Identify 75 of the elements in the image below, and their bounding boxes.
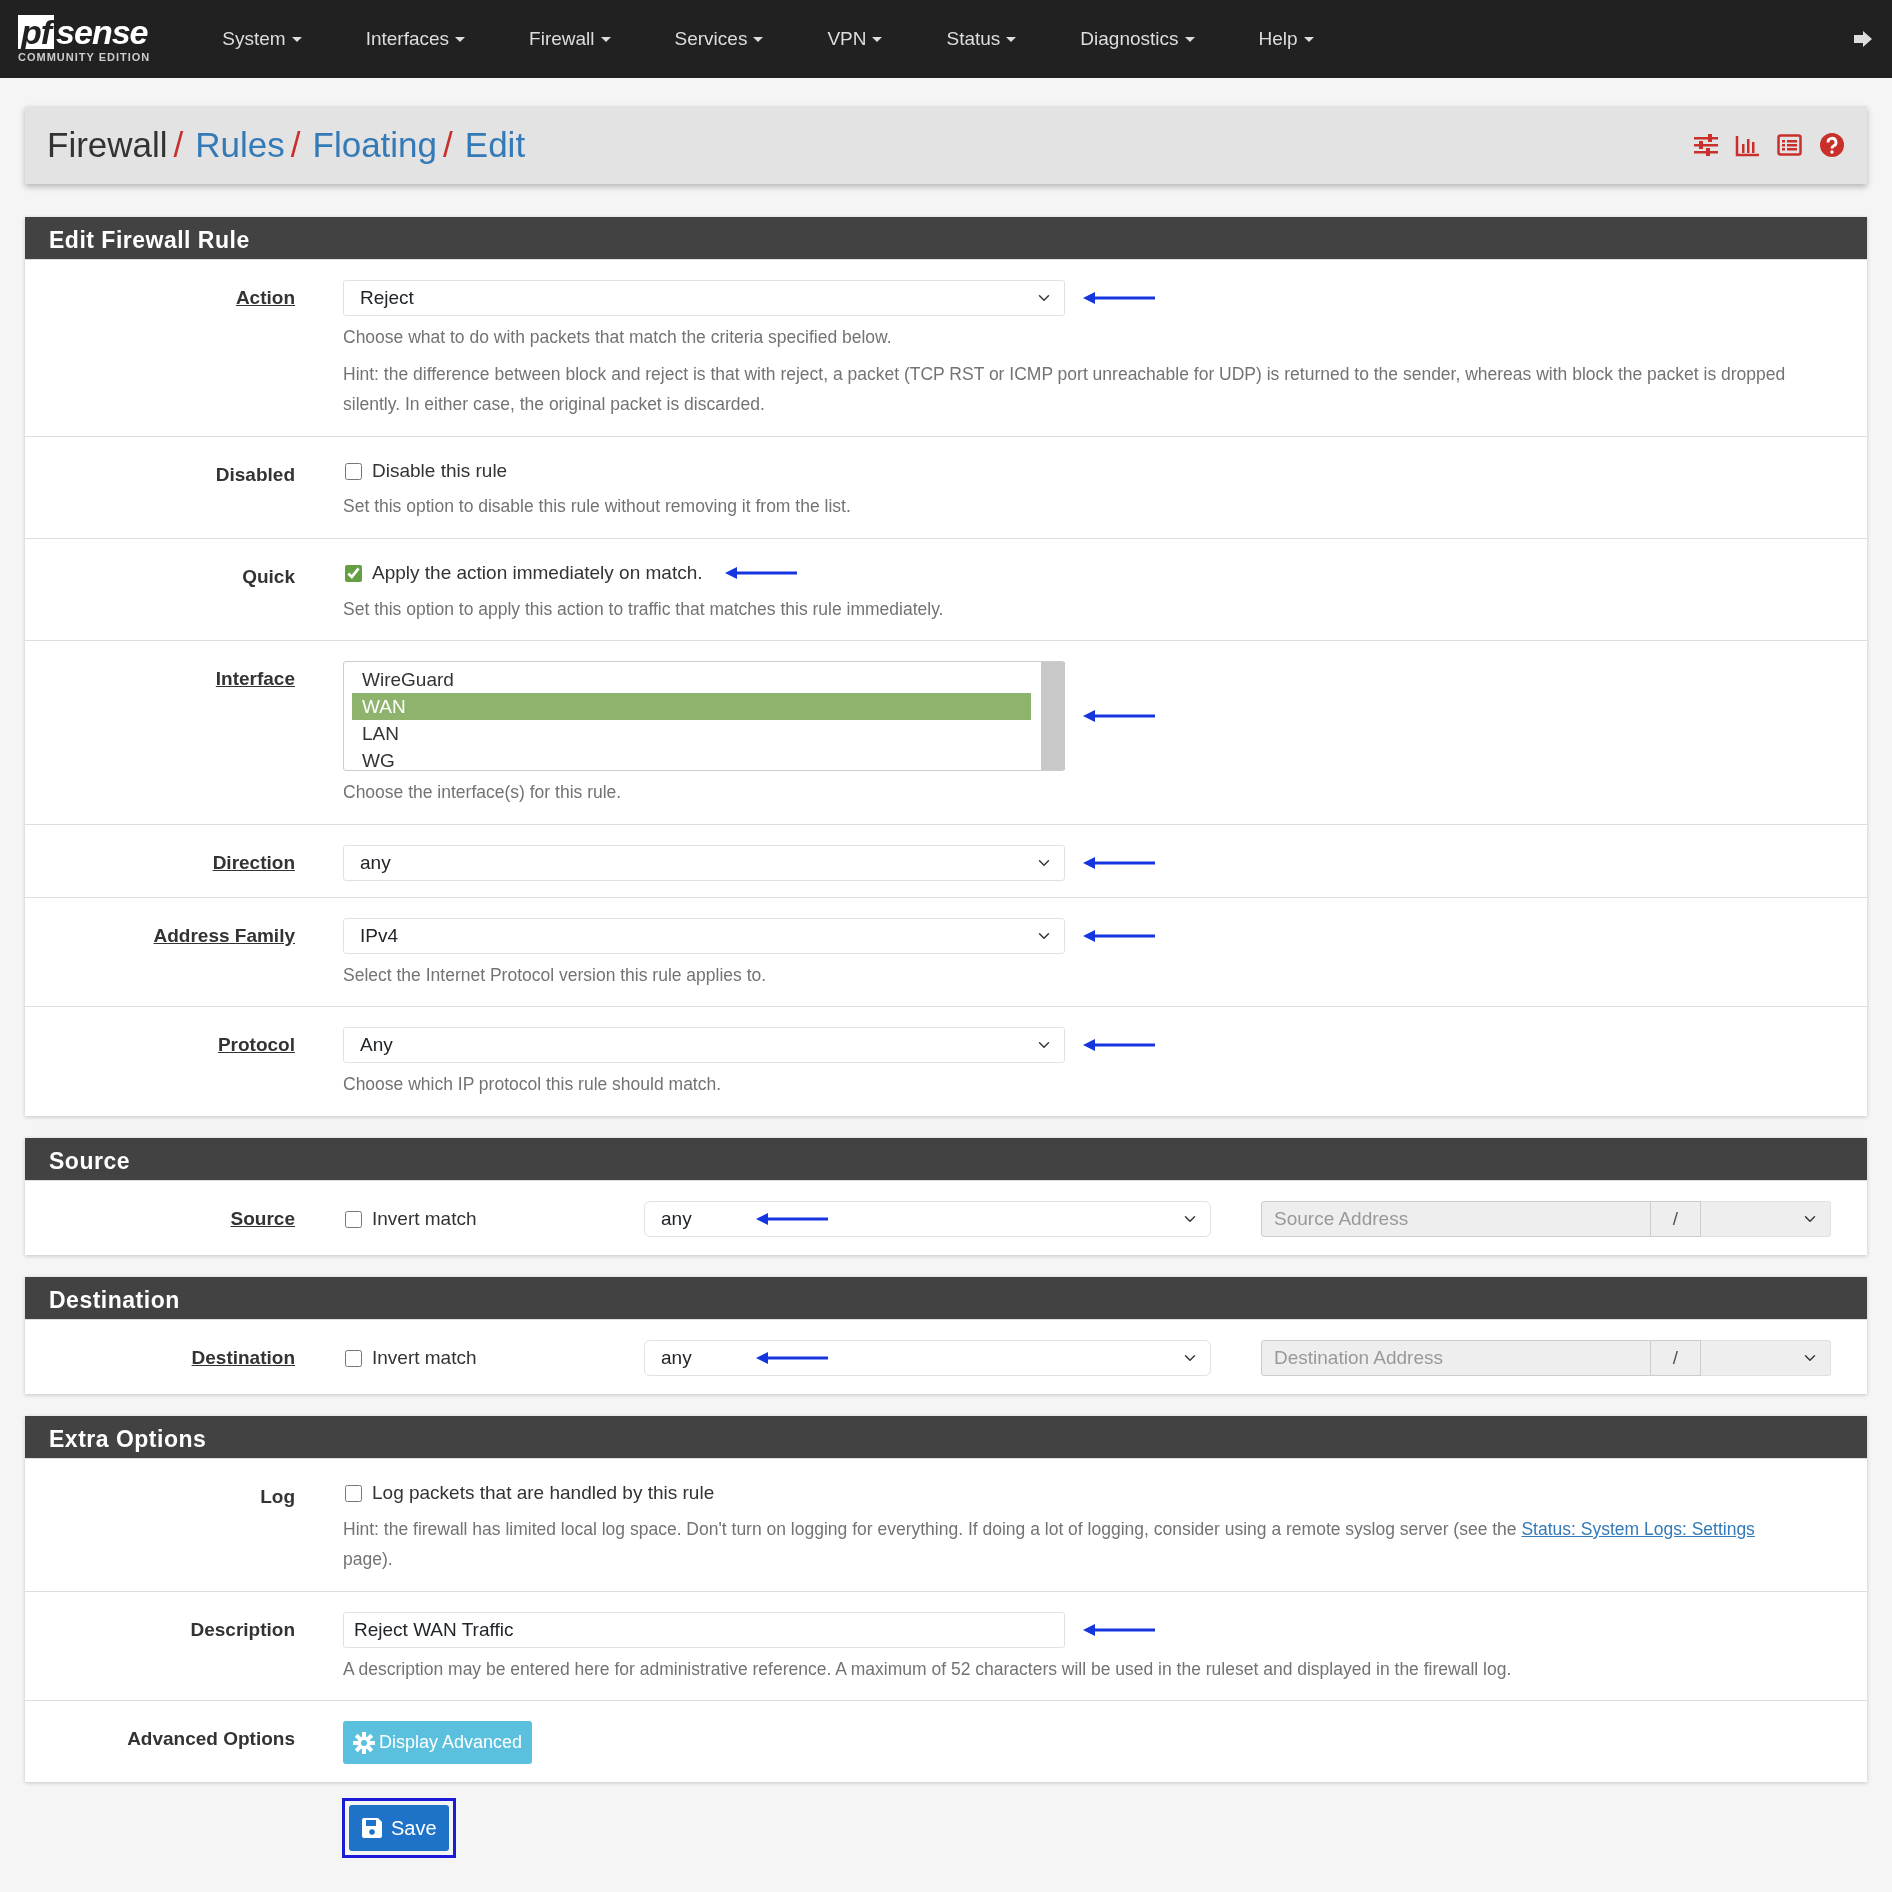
checkbox-label: Invert match: [372, 1206, 478, 1231]
breadcrumb-separator: /: [443, 123, 453, 166]
help-text: Hint: the firewall has limited local log space. Don't turn on logging for everything. If doing a lot of logging, consider using a remote syslog server (see the Status: System Logs: Settings page).: [343, 1517, 1756, 1572]
checkbox-label: Apply the action immediately on match.: [372, 561, 703, 585]
field-label: Action: [235, 287, 295, 308]
nav-menu[interactable]: System: [190, 24, 334, 54]
help-text: Choose which IP protocol this rule should match.: [343, 1073, 723, 1097]
help-text: Set this option to apply this action to traffic that matches this rule immediately.: [343, 597, 945, 621]
address-field[interactable]: Source Address: [1261, 1201, 1651, 1237]
logout-icon[interactable]: [1852, 29, 1874, 49]
breadcrumb-separator: /: [290, 123, 301, 166]
nav-menu[interactable]: Help: [1226, 24, 1346, 54]
section-header: Source: [25, 1138, 1867, 1180]
breadcrumb-link[interactable]: Floating: [312, 118, 438, 172]
nav-menu[interactable]: Interfaces: [333, 24, 498, 54]
help-text: Set this option to disable this rule without removing it from the list.: [343, 495, 852, 519]
logo[interactable]: pfsense COMMUNITY EDITION: [18, 15, 151, 63]
breadcrumb-separator: /: [173, 123, 184, 166]
checkbox[interactable]: [345, 1484, 362, 1502]
field-label: Interface: [215, 668, 295, 690]
help-text: Choose the interface(s) for this rule.: [343, 781, 623, 805]
help-text: A description may be entered here for administrative reference. A maximum of 52 characters will be used in the ruleset and displayed in the firewall log.: [343, 1657, 1513, 1681]
field-label: Destination: [191, 1347, 295, 1368]
dropdown[interactable]: IPv4: [343, 917, 1065, 954]
breadcrumb-current: Firewall: [47, 123, 168, 166]
text-input[interactable]: Reject WAN Traffic: [343, 1611, 1065, 1648]
breadcrumb-link[interactable]: Rules: [195, 118, 285, 172]
field-label: Address Family: [153, 924, 295, 946]
checkbox-label: Log packets that are handled by this rule: [372, 1481, 715, 1505]
list-option[interactable]: LAN: [352, 720, 1031, 748]
help-icon[interactable]: [1819, 133, 1845, 157]
section-header: Destination: [25, 1277, 1867, 1319]
section-header: Extra Options: [25, 1416, 1867, 1458]
section-header: Edit Firewall Rule: [25, 217, 1867, 259]
list-icon[interactable]: [1777, 133, 1803, 157]
list-option[interactable]: WG: [352, 747, 1031, 775]
field-label: Description: [190, 1618, 295, 1640]
field-label: Log: [260, 1486, 295, 1507]
checkbox-label: Disable this rule: [372, 458, 508, 483]
dropdown[interactable]: any: [343, 844, 1065, 881]
save-button[interactable]: Save: [349, 1805, 449, 1852]
nav-menu[interactable]: Services: [642, 24, 796, 54]
field-label: Source: [230, 1208, 295, 1229]
checkbox[interactable]: [345, 462, 362, 480]
settings-link[interactable]: Status: System Logs: Settings: [1521, 1518, 1755, 1539]
dropdown[interactable]: any: [644, 1201, 1211, 1237]
help-text: Select the Internet Protocol version this rule applies to.: [343, 963, 768, 987]
dropdown[interactable]: Reject: [343, 280, 1065, 316]
nav-menu[interactable]: VPN: [795, 24, 915, 54]
scrollbar[interactable]: [1041, 662, 1065, 771]
breadcrumb-link[interactable]: Edit: [464, 118, 526, 172]
field-label: Advanced Options: [127, 1728, 295, 1750]
interface-listbox[interactable]: WireGuard WAN LAN WG: [343, 661, 1065, 772]
field-label: Direction: [212, 851, 295, 873]
sliders-icon[interactable]: [1693, 133, 1719, 157]
gear-icon: [353, 1731, 375, 1754]
bar-chart-icon[interactable]: [1735, 133, 1761, 157]
slash-label: /: [1651, 1340, 1701, 1376]
help-text: Choose what to do with packets that match the criteria specified below.: [343, 326, 893, 349]
slash-label: /: [1651, 1201, 1701, 1237]
field-label: Disabled: [215, 463, 295, 485]
nav-menu[interactable]: Status: [914, 24, 1049, 54]
help-text: Hint: the difference between block and reject is that with reject, a packet (TCP RST or ICMP port unreachable for UDP) is returned to the sender, whereas with block the packet is dropped silently. In either case, the original packet is discarded.: [343, 362, 1787, 417]
list-option[interactable]: WireGuard: [352, 666, 1031, 694]
checkbox[interactable]: [345, 1210, 362, 1228]
dropdown[interactable]: Any: [343, 1027, 1065, 1064]
field-label: Quick: [242, 566, 295, 587]
nav-menu[interactable]: Diagnostics: [1048, 24, 1227, 54]
field-label: Protocol: [217, 1034, 295, 1056]
address-field[interactable]: Destination Address: [1261, 1340, 1651, 1376]
checkbox[interactable]: [345, 564, 362, 582]
checkbox-label: Invert match: [372, 1345, 478, 1370]
dropdown[interactable]: any: [644, 1340, 1211, 1376]
checkbox[interactable]: [345, 1349, 362, 1367]
nav-menu[interactable]: Firewall: [497, 24, 643, 54]
